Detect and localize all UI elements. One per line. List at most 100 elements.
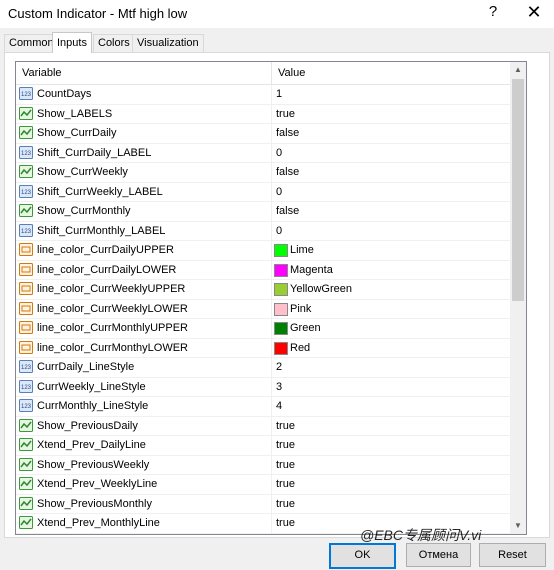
- table-row[interactable]: line_color_CurrMonthyLOWER Red: [16, 338, 510, 358]
- color-swatch[interactable]: [274, 341, 288, 355]
- table-row[interactable]: 123 Shift_CurrDaily_LABEL 0: [16, 143, 510, 163]
- tab-inputs[interactable]: Inputs: [52, 32, 92, 53]
- num-icon: 123: [19, 379, 33, 393]
- tab-visualization[interactable]: Visualization: [132, 34, 204, 52]
- color-swatch[interactable]: [274, 322, 288, 335]
- color-icon: [19, 282, 33, 295]
- cancel-button[interactable]: Отмена: [406, 543, 471, 567]
- tab-colors[interactable]: Colors: [93, 34, 135, 52]
- table-row[interactable]: Show_PreviousDaily true: [16, 416, 510, 436]
- variable-value[interactable]: Green: [290, 321, 321, 335]
- table-row[interactable]: 123 CurrWeekly_LineStyle 3: [16, 377, 510, 397]
- column-divider: [271, 104, 272, 123]
- column-divider: [271, 319, 272, 338]
- color-swatch[interactable]: [274, 263, 288, 277]
- table-row[interactable]: Xtend_Prev_WeeklyLine true: [16, 475, 510, 495]
- variable-name: line_color_CurrMonthlyUPPER: [37, 322, 189, 334]
- column-divider: [271, 358, 272, 377]
- table-row[interactable]: 123 CountDays 1: [16, 85, 510, 105]
- num-icon: 123: [19, 87, 33, 100]
- variable-name: CurrWeekly_LineStyle: [37, 380, 146, 393]
- vertical-scrollbar[interactable]: ▲ ▼: [510, 62, 526, 534]
- color-icon: [19, 262, 33, 276]
- table-row[interactable]: Show_CurrDaily false: [16, 124, 510, 144]
- tab-common[interactable]: Common: [4, 34, 59, 52]
- column-divider: [271, 494, 272, 513]
- table-row[interactable]: Show_LABELS true: [16, 104, 510, 124]
- color-swatch[interactable]: [274, 244, 288, 257]
- bool-icon: [19, 418, 33, 432]
- svg-text:123: 123: [21, 365, 32, 371]
- color-swatch[interactable]: [274, 283, 288, 296]
- variable-name: Shift_CurrDaily_LABEL: [37, 146, 152, 159]
- column-divider: [271, 280, 272, 299]
- bool-icon: [19, 106, 33, 120]
- variable-value[interactable]: true: [276, 497, 295, 511]
- table-row[interactable]: line_color_CurrDailyLOWER Magenta: [16, 260, 510, 280]
- variable-name: Xtend_Prev_WeeklyLine: [37, 478, 158, 490]
- variable-value[interactable]: 4: [276, 399, 282, 413]
- scroll-thumb[interactable]: [512, 79, 524, 301]
- variable-value[interactable]: false: [276, 126, 299, 140]
- table-header: Variable Value: [16, 62, 510, 85]
- variable-name: CurrDaily_LineStyle: [37, 361, 135, 373]
- num-icon: 123: [19, 184, 33, 198]
- bool-icon: [19, 165, 33, 178]
- variable-name: Show_CurrMonthly: [37, 205, 131, 217]
- scroll-down-icon[interactable]: ▼: [510, 518, 526, 534]
- variable-name: Show_LABELS: [37, 107, 113, 120]
- table-row[interactable]: Show_PreviousMonthly true: [16, 494, 510, 514]
- scroll-up-icon[interactable]: ▲: [510, 62, 526, 78]
- table-row[interactable]: 123 Shift_CurrWeekly_LABEL 0: [16, 182, 510, 202]
- variable-value[interactable]: YellowGreen: [290, 282, 352, 296]
- table-row[interactable]: 123 CurrMonthly_LineStyle 4: [16, 397, 510, 417]
- variable-value[interactable]: Pink: [290, 302, 311, 316]
- table-row[interactable]: Show_CurrMonthly false: [16, 202, 510, 222]
- variable-name: line_color_CurrDailyLOWER: [37, 263, 177, 276]
- variable-value[interactable]: true: [276, 419, 295, 433]
- column-divider: [271, 397, 272, 416]
- inputs-panel: Variable Value 123 CountDays 1 Show_LABELS t…: [4, 52, 550, 538]
- close-icon[interactable]: ✕: [524, 2, 544, 24]
- table-row[interactable]: 123 CurrDaily_LineStyle 2: [16, 358, 510, 378]
- variable-value[interactable]: Lime: [290, 243, 314, 257]
- reset-button[interactable]: Reset: [479, 543, 546, 567]
- variable-value[interactable]: true: [276, 458, 295, 472]
- variable-name: line_color_CurrWeeklyLOWER: [37, 302, 188, 315]
- variable-value[interactable]: true: [276, 438, 295, 452]
- header-variable[interactable]: Variable: [16, 62, 62, 84]
- variable-value[interactable]: false: [276, 204, 299, 218]
- variable-value[interactable]: Red: [290, 341, 310, 355]
- variable-value[interactable]: 0: [276, 185, 282, 199]
- variable-value[interactable]: 1: [276, 87, 282, 101]
- variable-value[interactable]: false: [276, 165, 299, 179]
- variable-name: Show_PreviousMonthly: [37, 497, 152, 510]
- table-row[interactable]: Xtend_Prev_DailyLine true: [16, 436, 510, 456]
- svg-text:123: 123: [21, 385, 32, 391]
- ok-button[interactable]: OK: [329, 543, 396, 569]
- column-divider: [271, 514, 272, 533]
- table-row[interactable]: line_color_CurrWeeklyLOWER Pink: [16, 299, 510, 319]
- table-row[interactable]: Show_CurrWeekly false: [16, 163, 510, 183]
- variable-value[interactable]: 0: [276, 146, 282, 160]
- table-row[interactable]: Show_PreviousWeekly true: [16, 455, 510, 475]
- variable-value[interactable]: true: [276, 477, 295, 491]
- variable-value[interactable]: 2: [276, 360, 282, 374]
- table-row[interactable]: 123 Shift_CurrMonthly_LABEL 0: [16, 221, 510, 241]
- variable-value[interactable]: true: [276, 516, 295, 530]
- bool-icon: [19, 477, 33, 490]
- table-row[interactable]: line_color_CurrDailyUPPER Lime: [16, 241, 510, 261]
- variable-value[interactable]: Magenta: [290, 263, 333, 277]
- bool-icon: [19, 496, 33, 510]
- variable-value[interactable]: true: [276, 107, 295, 121]
- bool-icon: [19, 457, 33, 471]
- table-row[interactable]: line_color_CurrWeeklyUPPER YellowGreen: [16, 280, 510, 300]
- variable-name: Shift_CurrMonthly_LABEL: [37, 224, 166, 237]
- variable-value[interactable]: 3: [276, 380, 282, 394]
- color-swatch[interactable]: [274, 302, 288, 316]
- variable-value[interactable]: 0: [276, 224, 282, 238]
- column-divider: [271, 260, 272, 279]
- help-button[interactable]: ?: [484, 3, 502, 23]
- table-row[interactable]: line_color_CurrMonthlyUPPER Green: [16, 319, 510, 339]
- header-value[interactable]: Value: [272, 62, 305, 84]
